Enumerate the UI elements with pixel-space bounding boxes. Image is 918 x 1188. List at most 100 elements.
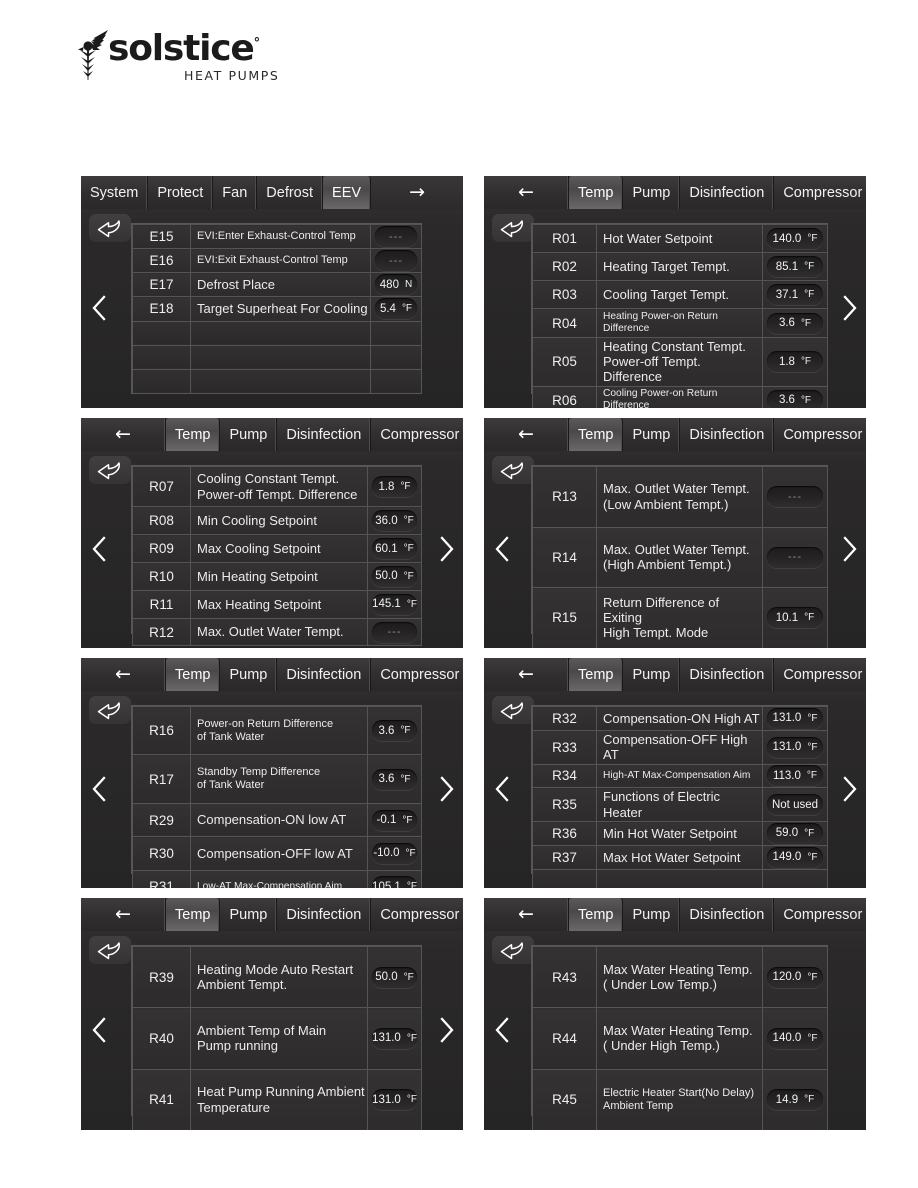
- table-row[interactable]: R10 Min Heating Setpoint 50.0 °F: [132, 562, 422, 591]
- param-value-cell[interactable]: 36.0 °F: [367, 506, 422, 536]
- table-row[interactable]: R14 Max. Outlet Water Tempt. (High Ambient…: [532, 526, 828, 589]
- param-value-cell[interactable]: 131.0 °F: [762, 706, 828, 731]
- param-value-pill[interactable]: 10.1 °F: [767, 607, 823, 629]
- tab-disinfection[interactable]: Disinfection: [277, 658, 372, 691]
- tab-pump[interactable]: Pump: [220, 898, 278, 931]
- param-value-cell[interactable]: 140.0 °F: [762, 1007, 828, 1070]
- tab-protect[interactable]: Protect: [148, 176, 214, 209]
- param-value-pill[interactable]: ---: [767, 546, 823, 568]
- return-button[interactable]: [492, 456, 534, 484]
- table-row[interactable]: E15 EVI:Enter Exhaust-Control Temp ---: [132, 223, 422, 250]
- param-value-pill[interactable]: 85.1 °F: [767, 256, 823, 278]
- tab-disinfection[interactable]: Disinfection: [680, 176, 775, 209]
- param-value-cell[interactable]: 140.0 °F: [762, 223, 828, 254]
- param-value-pill[interactable]: 131.0 °F: [372, 1089, 417, 1111]
- next-page-button[interactable]: [432, 1007, 462, 1053]
- next-page-button[interactable]: [835, 766, 865, 812]
- param-value-pill[interactable]: 145.1 °F: [372, 593, 417, 615]
- param-value-cell[interactable]: 3.6 °F: [367, 754, 422, 804]
- table-row[interactable]: R41 Heat Pump Running Ambient Temperature 1…: [132, 1068, 422, 1130]
- param-value-cell[interactable]: ---: [762, 466, 828, 528]
- table-row[interactable]: R13 Max. Outlet Water Tempt. (Low Ambient …: [532, 466, 828, 528]
- param-value-cell[interactable]: 113.0 °F: [762, 763, 828, 789]
- table-row[interactable]: [132, 320, 422, 346]
- param-value-cell[interactable]: 3.6 °F: [762, 385, 828, 408]
- tab-temp[interactable]: Temp: [166, 418, 221, 451]
- tab-compressor[interactable]: Compressor: [371, 898, 463, 931]
- param-value-cell[interactable]: 50.0 °F: [367, 562, 422, 591]
- param-value-cell[interactable]: 60.1 °F: [367, 534, 422, 563]
- param-value-pill[interactable]: 1.8 °F: [767, 351, 823, 373]
- param-value-cell[interactable]: 3.6 °F: [762, 308, 828, 338]
- table-row[interactable]: [532, 868, 828, 888]
- tab-compressor[interactable]: Compressor: [371, 658, 463, 691]
- param-value-cell[interactable]: [762, 868, 828, 888]
- param-value-pill[interactable]: -10.0 °F: [372, 842, 417, 864]
- table-row[interactable]: R37 Max Hot Water Setpoint 149.0 °F: [532, 844, 828, 870]
- next-page-button[interactable]: [432, 526, 462, 572]
- param-value-pill[interactable]: 105.1 °F: [372, 876, 417, 888]
- next-page-button[interactable]: [432, 766, 462, 812]
- param-value-pill[interactable]: ---: [375, 226, 417, 248]
- table-row[interactable]: R40 Ambient Temp of Main Pump running 131.0…: [132, 1007, 422, 1070]
- param-value-pill[interactable]: 120.0 °F: [767, 966, 823, 988]
- table-row[interactable]: R16 Power-on Return Difference of Tank Wat…: [132, 705, 422, 756]
- param-value-pill[interactable]: 140.0 °F: [767, 1027, 823, 1049]
- tab-temp[interactable]: Temp: [166, 898, 221, 931]
- param-value-pill[interactable]: 36.0 °F: [372, 510, 417, 532]
- tab-compressor[interactable]: Compressor: [774, 658, 866, 691]
- table-row[interactable]: R33 Compensation-OFF High AT 131.0 °F: [532, 729, 828, 765]
- param-value-pill[interactable]: 37.1 °F: [767, 284, 823, 306]
- table-row[interactable]: E16 EVI:Exit Exhaust-Control Temp ---: [132, 248, 422, 274]
- param-value-pill[interactable]: 131.0 °F: [767, 707, 823, 729]
- param-value-cell[interactable]: ---: [367, 617, 422, 647]
- param-value-cell[interactable]: 105.1 °F: [367, 869, 422, 888]
- table-row[interactable]: R36 Min Hot Water Setpoint 59.0 °F: [532, 821, 828, 846]
- param-value-cell[interactable]: 120.0 °F: [762, 945, 828, 1009]
- tab-temp[interactable]: Temp: [569, 658, 624, 691]
- param-value-pill[interactable]: 131.0 °F: [372, 1027, 417, 1049]
- table-row[interactable]: R06 Cooling Power-on Return Difference 3.6…: [532, 385, 828, 408]
- tab-pump[interactable]: Pump: [623, 658, 681, 691]
- table-row[interactable]: R03 Cooling Target Tempt. 37.1 °F: [532, 280, 828, 310]
- tab-system[interactable]: System: [81, 176, 149, 209]
- param-value-cell[interactable]: 1.8 °F: [762, 336, 828, 387]
- param-value-cell[interactable]: ---: [762, 526, 828, 589]
- param-value-pill[interactable]: 3.6 °F: [767, 312, 823, 334]
- table-row[interactable]: R02 Heating Target Tempt. 85.1 °F: [532, 252, 828, 282]
- table-row[interactable]: R32 Compensation-ON High AT 131.0 °F: [532, 706, 828, 731]
- tab-disinfection[interactable]: Disinfection: [680, 418, 775, 451]
- table-row[interactable]: R07 Cooling Constant Tempt. Power-off Temp…: [132, 465, 422, 508]
- param-value-cell[interactable]: [370, 344, 422, 370]
- param-value-cell[interactable]: 50.0 °F: [367, 945, 422, 1009]
- tab-disinfection[interactable]: Disinfection: [680, 658, 775, 691]
- param-value-pill[interactable]: 1.8 °F: [372, 476, 417, 498]
- param-value-pill[interactable]: ---: [767, 486, 823, 508]
- param-value-cell[interactable]: 149.0 °F: [762, 844, 828, 870]
- tab-back-button[interactable]: ←: [484, 658, 569, 691]
- prev-page-button[interactable]: [84, 1007, 114, 1053]
- param-value-pill[interactable]: 3.6 °F: [372, 768, 417, 790]
- param-value-pill[interactable]: 59.0 °F: [767, 822, 823, 844]
- param-value-cell[interactable]: 5.4 °F: [370, 296, 422, 322]
- tab-back-button[interactable]: ←: [484, 898, 569, 931]
- tab-back-button[interactable]: ←: [484, 418, 569, 451]
- table-row[interactable]: [132, 344, 422, 370]
- tab-temp[interactable]: Temp: [166, 658, 221, 691]
- tab-back-button[interactable]: ←: [81, 658, 166, 691]
- param-value-cell[interactable]: 59.0 °F: [762, 821, 828, 846]
- table-row[interactable]: R17 Standby Temp Difference of Tank Water 3…: [132, 754, 422, 804]
- tab-disinfection[interactable]: Disinfection: [680, 898, 775, 931]
- return-button[interactable]: [492, 936, 534, 964]
- table-row[interactable]: R44 Max Water Heating Temp.( Under High T…: [532, 1007, 828, 1070]
- param-value-cell[interactable]: 131.0 °F: [367, 1068, 422, 1130]
- param-value-pill[interactable]: 5.4 °F: [375, 298, 417, 320]
- param-value-cell[interactable]: ---: [370, 223, 422, 250]
- param-value-cell[interactable]: 14.9 °F: [762, 1068, 828, 1130]
- tab-eev[interactable]: EEV: [323, 176, 372, 209]
- param-value-cell[interactable]: 85.1 °F: [762, 252, 828, 282]
- table-row[interactable]: R11 Max Heating Setpoint 145.1 °F: [132, 589, 422, 619]
- prev-page-button[interactable]: [487, 766, 517, 812]
- table-row[interactable]: R08 Min Cooling Setpoint 36.0 °F: [132, 506, 422, 536]
- prev-page-button[interactable]: [84, 766, 114, 812]
